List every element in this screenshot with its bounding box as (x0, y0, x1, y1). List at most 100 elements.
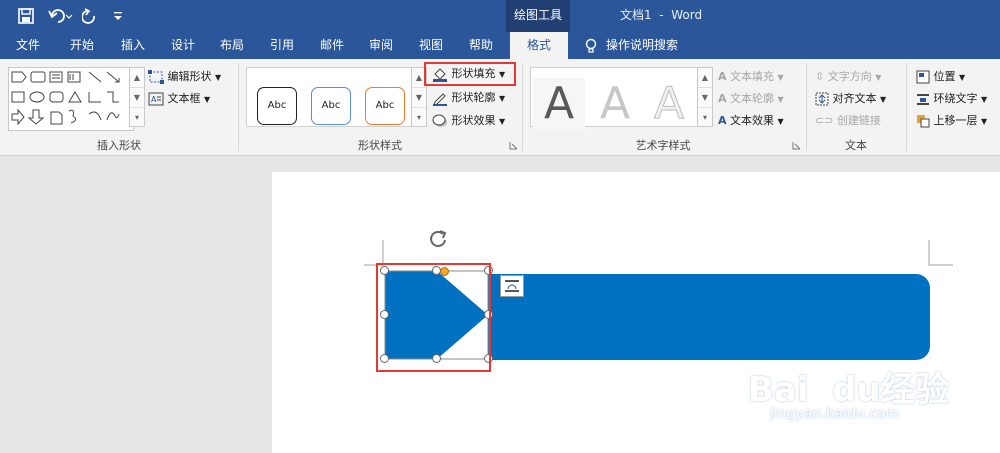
tab-help[interactable]: 帮助 (459, 32, 503, 59)
save-icon[interactable] (18, 8, 34, 24)
layout-options-button[interactable] (500, 275, 524, 297)
chevron-down-icon: ▼ (777, 95, 784, 104)
tab-file[interactable]: 文件 (6, 32, 50, 59)
edit-shape-icon (148, 70, 164, 84)
text-effects-icon: A (718, 114, 727, 127)
group-separator (906, 63, 907, 151)
customize-toolbar-icon[interactable] (113, 10, 123, 22)
align-text-icon (815, 92, 829, 106)
wordart-gallery[interactable]: A A A (530, 67, 698, 130)
wordart-preset-dark[interactable]: A (533, 78, 585, 130)
shape-style-preset-black[interactable]: Abc (257, 87, 297, 125)
text-direction-label: 文字方向 (827, 70, 872, 83)
bring-forward-icon (917, 115, 930, 128)
create-link-label: 创建链接 (836, 114, 881, 127)
text-fill-icon: A (718, 70, 727, 83)
edit-shape-button[interactable]: 编辑形状 ▼ (148, 67, 221, 87)
align-text-button[interactable]: 对齐文本 ▼ (815, 89, 886, 109)
tab-view[interactable]: 视图 (409, 32, 453, 59)
tab-home[interactable]: 开始 (60, 32, 104, 59)
edit-shape-label: 编辑形状 (167, 70, 212, 83)
wrap-text-icon (917, 94, 929, 105)
wrap-text-label: 环绕文字 (933, 92, 978, 105)
ribbon: ▲ ▼ ▾ 编辑形状 ▼ A 文本框 ▼ 插入形状 Abc Abc Abc ▲ ▼ ▾ … (0, 59, 1000, 156)
group-label-insert-shapes: 插入形状 (97, 139, 141, 152)
document-title: 文档1 - Word (620, 8, 703, 22)
baidu-watermark-brand: Bai du经验 (748, 370, 949, 410)
chevron-down-icon: ▼ (959, 73, 966, 82)
wordart-scroll[interactable]: ▲ ▼ ▾ (697, 67, 713, 127)
chevron-down-icon: ▼ (875, 73, 882, 82)
text-effects-button[interactable]: A 文本效果 ▼ (718, 111, 784, 131)
dialog-launcher-icon[interactable] (792, 141, 801, 150)
chevron-down-icon: ▼ (204, 95, 211, 104)
redo-icon[interactable] (82, 8, 98, 24)
text-direction-button[interactable]: ⇳ 文字方向 ▼ (815, 67, 881, 87)
wordart-preset-gray[interactable]: A (589, 78, 641, 130)
wrap-text-button[interactable]: 环绕文字 ▼ (916, 89, 987, 109)
text-box-icon: A (148, 92, 164, 106)
shape-outline-button[interactable]: 形状轮廓 ▼ (432, 88, 505, 108)
tab-references[interactable]: 引用 (260, 32, 304, 59)
text-outline-label: 文本轮廓 (730, 92, 775, 105)
shape-outline-label: 形状轮廓 (451, 91, 496, 104)
chevron-down-icon: ▼ (499, 70, 506, 79)
chevron-down-icon: ▼ (777, 73, 784, 82)
tab-format[interactable]: 格式 (510, 32, 568, 59)
shape-style-preset-blue[interactable]: Abc (311, 87, 351, 125)
shape-styles-gallery[interactable]: Abc Abc Abc (246, 67, 412, 127)
shape-effects-icon (432, 114, 447, 127)
text-fill-label: 文本填充 (730, 70, 775, 83)
paint-bucket-icon (433, 68, 447, 82)
bring-forward-label: 上移一层 (933, 114, 978, 127)
shape-style-preset-orange[interactable]: Abc (365, 87, 405, 125)
text-outline-icon: A (718, 92, 727, 105)
shapes-gallery-scroll[interactable]: ▲ ▼ ▾ (129, 67, 145, 127)
baidu-watermark-url: jingyan.baidu.com (770, 406, 900, 422)
chevron-down-icon: ▼ (499, 94, 506, 103)
text-effects-label: 文本效果 (730, 114, 775, 127)
text-box-button[interactable]: A 文本框 ▼ (148, 89, 210, 109)
shapes-icon (11, 71, 120, 126)
bring-forward-button[interactable]: 上移一层 ▼ (916, 111, 987, 131)
text-fill-button[interactable]: A 文本填充 ▼ (718, 67, 784, 87)
text-outline-button[interactable]: A 文本轮廓 ▼ (718, 89, 784, 109)
tab-design[interactable]: 设计 (161, 32, 205, 59)
highlight-box-selected-shape (376, 263, 491, 372)
ribbon-tab-bar: 文件 开始 插入 设计 布局 引用 邮件 审阅 视图 帮助 格式 操作说明搜索 (0, 32, 1000, 59)
tell-me-search[interactable]: 操作说明搜索 (606, 32, 686, 59)
shape-effects-button[interactable]: 形状效果 ▼ (432, 111, 505, 131)
contextual-tab-group-label: 绘图工具 (513, 8, 562, 22)
create-link-button[interactable]: ⊂⊃ 创建链接 (815, 111, 881, 131)
dialog-launcher-icon[interactable] (509, 141, 518, 150)
lightbulb-icon (585, 38, 597, 53)
shapes-gallery[interactable] (8, 67, 134, 131)
pen-icon (433, 93, 447, 106)
title-bar: 绘图工具 文档1 - Word (0, 0, 1000, 32)
group-label-text: 文本 (845, 139, 867, 152)
tab-mailings[interactable]: 邮件 (310, 32, 354, 59)
position-icon (916, 70, 930, 84)
align-text-label: 对齐文本 (832, 92, 877, 105)
text-direction-icon: ⇳ (815, 70, 825, 83)
shape-effects-label: 形状效果 (451, 114, 496, 127)
layout-options-icon (505, 280, 519, 292)
link-icon: ⊂⊃ (815, 114, 834, 127)
chevron-down-icon: ▼ (981, 95, 988, 104)
wordart-preset-outline[interactable]: A (643, 78, 695, 130)
tab-insert[interactable]: 插入 (111, 32, 155, 59)
position-button[interactable]: 位置 ▼ (916, 67, 965, 87)
undo-icon[interactable] (48, 8, 74, 24)
group-label-shape-styles: 形状样式 (358, 139, 402, 152)
shape-fill-button[interactable]: 形状填充 ▼ (432, 64, 505, 84)
group-label-wordart-styles: 艺术字样式 (635, 139, 691, 152)
tab-layout[interactable]: 布局 (210, 32, 254, 59)
text-box-label: 文本框 (167, 92, 201, 105)
margin-corner-mark (928, 240, 953, 266)
blue-bar-shape[interactable] (488, 274, 930, 360)
chevron-down-icon: ▼ (777, 117, 784, 126)
chevron-down-icon: ▼ (981, 117, 988, 126)
rotate-handle-icon[interactable] (426, 228, 452, 250)
chevron-down-icon: ▼ (499, 117, 506, 126)
tab-review[interactable]: 审阅 (359, 32, 403, 59)
